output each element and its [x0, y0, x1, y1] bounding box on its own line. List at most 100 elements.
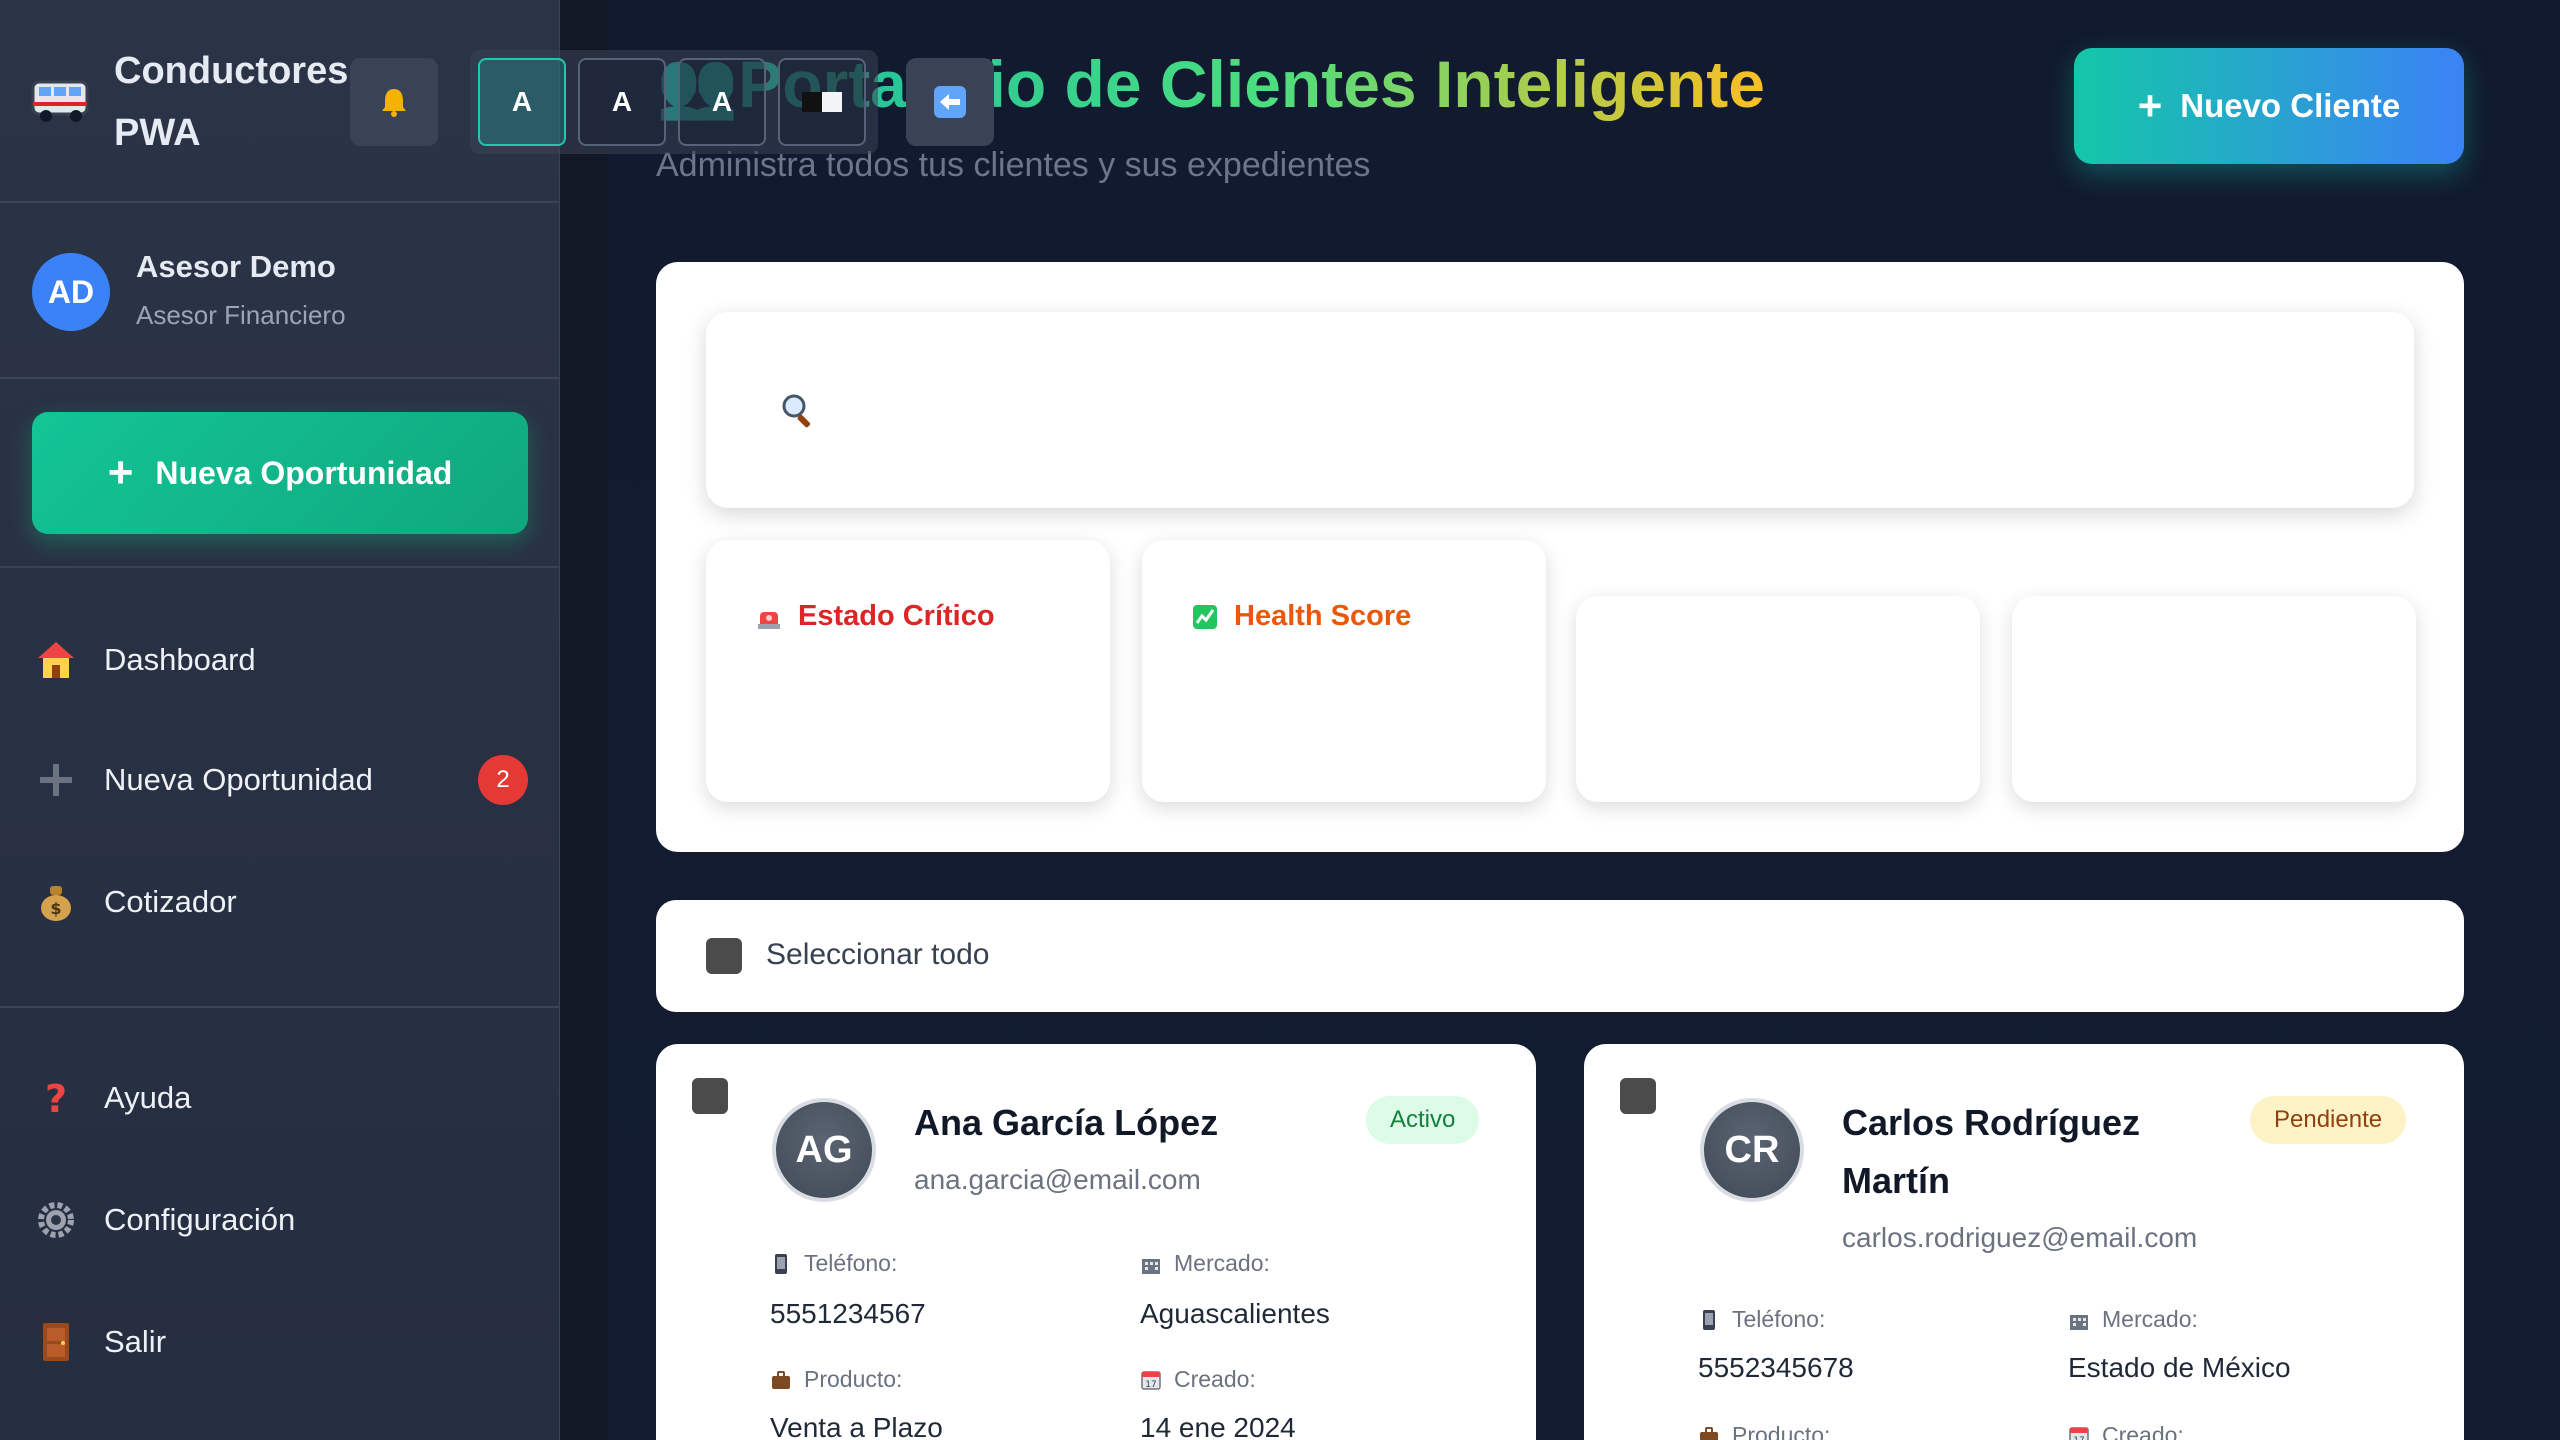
font-size-controls: A A A [470, 50, 878, 154]
client-name[interactable]: Ana García López [914, 1094, 1294, 1152]
sidebar-item-dashboard[interactable]: Dashboard [0, 610, 560, 710]
created-value: 14 ene 2024 [1140, 1412, 1296, 1440]
sidebar-item-cotizador[interactable]: $ Cotizador [0, 852, 560, 952]
market-label: Mercado: [1174, 1250, 1270, 1276]
plus-icon [40, 764, 72, 796]
client-card[interactable]: AG Ana García López ana.garcia@email.com… [656, 1044, 1536, 1440]
phone-icon [1703, 1309, 1715, 1330]
sidebar: Conductores PWA AD Asesor Demo Asesor Fi… [0, 0, 560, 1440]
market-label-row: Mercado: [1140, 1250, 1270, 1277]
font-size-medium-button[interactable]: A [578, 58, 666, 146]
client-email: ana.garcia@email.com [914, 1164, 1201, 1195]
app-title: Conductores PWA [114, 50, 349, 154]
van-icon [31, 80, 89, 122]
select-all-bar: Seleccionar todo [656, 900, 2464, 1012]
search-input[interactable] [706, 312, 2414, 508]
svg-text:17: 17 [2073, 1436, 2084, 1440]
product-label-row: Producto: [1698, 1422, 1830, 1440]
filter-health-label-row: Health Score [1192, 600, 1411, 633]
filter-card[interactable] [1576, 596, 1980, 802]
select-all-label[interactable]: Seleccionar todo [766, 938, 989, 972]
phone-label-row: Teléfono: [1698, 1306, 1825, 1333]
back-button[interactable] [906, 58, 994, 146]
client-email: carlos.rodriguez@email.com [1842, 1222, 2198, 1253]
phone-icon [775, 1253, 787, 1274]
notifications-button[interactable] [350, 58, 438, 146]
client-card[interactable]: CR Carlos Rodríguez Martín carlos.rodrig… [1584, 1044, 2464, 1440]
divider [0, 566, 560, 568]
calendar-icon: 17 [2069, 1426, 2089, 1440]
sidebar-item-label: Salir [104, 1324, 167, 1359]
building-icon [1142, 1258, 1160, 1274]
gear-icon [38, 1202, 74, 1238]
phone-value: 5551234567 [770, 1298, 926, 1329]
phone-label: Teléfono: [1732, 1306, 1826, 1332]
user-profile[interactable]: AD Asesor Demo Asesor Financiero [0, 203, 560, 379]
filter-critical-card[interactable]: Estado Crítico [706, 540, 1110, 802]
back-arrow-icon [934, 86, 966, 118]
filter-critical-label: Estado Crítico [798, 600, 995, 632]
new-client-button[interactable]: + Nuevo Cliente [2074, 48, 2464, 164]
phone-label: Teléfono: [804, 1250, 898, 1276]
product-label: Producto: [1732, 1422, 1831, 1440]
user-role: Asesor Financiero [136, 300, 346, 330]
created-label-row: 17 Creado: [2068, 1422, 2184, 1440]
filter-health-score-card[interactable]: Health Score [1142, 540, 1546, 802]
product-value: Venta a Plazo [770, 1412, 943, 1440]
new-client-label: Nuevo Cliente [2180, 87, 2401, 124]
market-value: Estado de México [2068, 1352, 2291, 1383]
notification-badge: 2 [478, 755, 528, 805]
font-size-small-button[interactable]: A [478, 58, 566, 146]
door-icon [43, 1323, 69, 1361]
chart-icon [1193, 604, 1217, 629]
market-value: Aguascalientes [1140, 1298, 1330, 1329]
phone-label-row: Teléfono: [770, 1250, 897, 1277]
search-icon [782, 394, 811, 428]
contrast-icon [802, 92, 842, 112]
filter-card[interactable] [2012, 596, 2416, 802]
divider [0, 1006, 560, 1008]
client-checkbox[interactable] [1620, 1078, 1656, 1114]
created-label-row: 17 Creado: [1140, 1366, 1256, 1393]
money-bag-icon: $ [41, 886, 71, 921]
briefcase-icon [772, 1370, 790, 1389]
sidebar-item-label: Ayuda [104, 1080, 192, 1115]
siren-icon [758, 611, 780, 629]
client-avatar: AG [772, 1098, 876, 1202]
house-icon [38, 642, 74, 678]
sidebar-item-new-opportunity[interactable]: Nueva Oportunidad 2 [0, 730, 560, 830]
client-name[interactable]: Carlos Rodríguez Martín [1842, 1094, 2222, 1210]
new-opportunity-button[interactable]: + Nueva Oportunidad [32, 412, 528, 534]
sidebar-gutter [560, 0, 608, 1440]
sidebar-item-label: Cotizador [104, 884, 237, 919]
sidebar-item-settings[interactable]: Configuración [0, 1170, 560, 1270]
svg-text:17: 17 [1145, 1380, 1156, 1390]
plus-icon: + [2137, 82, 2163, 129]
calendar-icon: 17 [1141, 1370, 1161, 1390]
svg-text:$: $ [50, 899, 61, 918]
bell-icon [382, 89, 406, 117]
briefcase-icon [1700, 1426, 1718, 1440]
created-label: Creado: [2102, 1422, 2184, 1440]
filter-panel: Estado Crítico Health Score [656, 262, 2464, 852]
product-label-row: Producto: [770, 1366, 902, 1393]
sidebar-item-label: Nueva Oportunidad [104, 762, 373, 797]
filter-health-label: Health Score [1234, 600, 1412, 632]
market-label-row: Mercado: [2068, 1306, 2198, 1333]
avatar: AD [32, 253, 110, 331]
status-badge: Pendiente [2250, 1096, 2407, 1144]
plus-icon: + [107, 448, 134, 497]
sidebar-item-help[interactable]: ? Ayuda [0, 1048, 560, 1148]
market-label: Mercado: [2102, 1306, 2198, 1332]
contrast-toggle-button[interactable] [778, 58, 866, 146]
svg-text:?: ? [45, 1077, 67, 1120]
client-checkbox[interactable] [692, 1078, 728, 1114]
user-name: Asesor Demo [136, 249, 336, 284]
font-size-large-button[interactable]: A [678, 58, 766, 146]
building-icon [2070, 1314, 2088, 1330]
new-opportunity-label: Nueva Oportunidad [155, 454, 453, 491]
sidebar-item-logout[interactable]: Salir [0, 1292, 560, 1392]
client-avatar: CR [1700, 1098, 1804, 1202]
select-all-checkbox[interactable] [706, 938, 742, 974]
product-label: Producto: [804, 1366, 903, 1392]
